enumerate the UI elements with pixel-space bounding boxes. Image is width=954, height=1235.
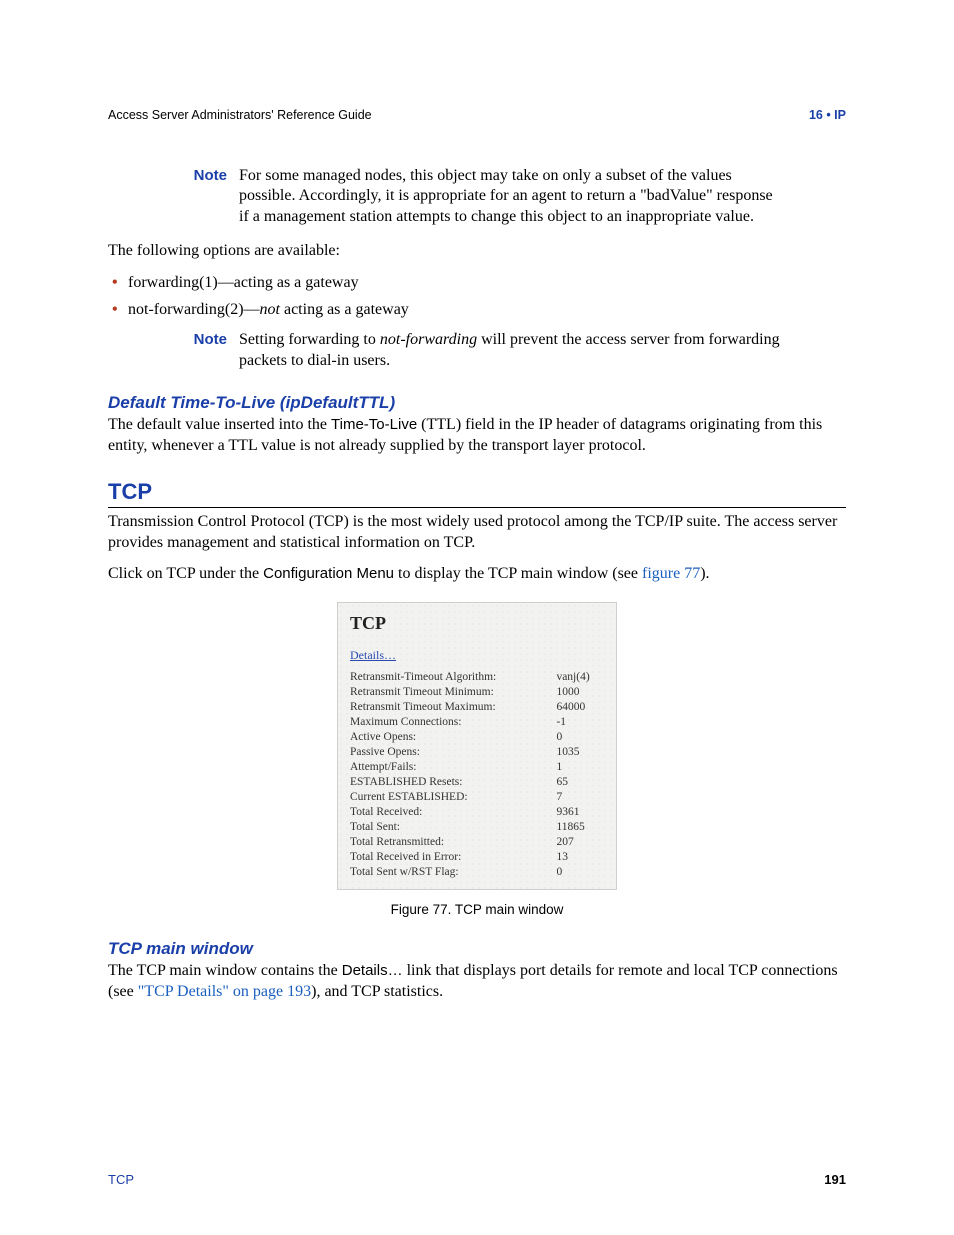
stat-label: Total Sent: [348,819,550,834]
table-row: ESTABLISHED Resets:65 [348,774,606,789]
inline-term: Details… [342,962,403,979]
figure-ref-link[interactable]: figure 77 [642,565,700,582]
stat-label: Retransmit-Timeout Algorithm: [348,669,550,684]
stat-label: Total Received: [348,804,550,819]
stat-value: 9361 [550,804,606,819]
stat-label: Active Opens: [348,729,550,744]
text: ). [700,565,709,582]
page-footer: TCP 191 [108,1172,846,1187]
stat-value: 1035 [550,744,606,759]
note-label: Note [171,330,239,348]
inline-term: Configuration Menu [263,565,394,582]
table-row: Attempt/Fails:1 [348,759,606,774]
stat-label: Retransmit Timeout Minimum: [348,684,550,699]
options-intro: The following options are available: [108,241,846,262]
tcp-intro: Transmission Control Protocol (TCP) is t… [108,512,846,554]
stat-value: 0 [550,864,606,879]
inline-term: Time-To-Live [331,416,417,433]
text: ), and TCP statistics. [311,983,443,1000]
stat-value: 11865 [550,819,606,834]
stat-label: Current ESTABLISHED: [348,789,550,804]
guide-title: Access Server Administrators' Reference … [108,108,372,122]
stat-label: Attempt/Fails: [348,759,550,774]
emphasis: not-forwarding [380,331,477,348]
stat-label: Total Retransmitted: [348,834,550,849]
table-row: Current ESTABLISHED:7 [348,789,606,804]
note-label: Note [171,166,239,184]
text: Setting forwarding to [239,331,380,348]
figure-caption: Figure 77. TCP main window [391,902,564,917]
stat-value: 13 [550,849,606,864]
table-row: Total Received in Error:13 [348,849,606,864]
emphasis: not [260,301,280,318]
stat-value: 7 [550,789,606,804]
footer-section: TCP [108,1172,134,1187]
figure-card: TCP Details… Retransmit-Timeout Algorith… [337,602,617,890]
note-block-1: Note For some managed nodes, this object… [171,166,783,227]
stat-label: Total Received in Error: [348,849,550,864]
details-link[interactable]: Details… [350,648,396,663]
table-row: Retransmit-Timeout Algorithm:vanj(4) [348,669,606,684]
note-body: For some managed nodes, this object may … [239,166,783,227]
page-number: 191 [824,1172,846,1187]
text: to display the TCP main window (see [394,565,642,582]
list-item: not-forwarding(2)—not acting as a gatewa… [108,299,846,321]
chapter-label: 16 • IP [809,108,846,122]
tcp-main-paragraph: The TCP main window contains the Details… [108,961,846,1003]
heading-ttl: Default Time-To-Live (ipDefaultTTL) [108,393,846,413]
tcp-click: Click on TCP under the Configuration Men… [108,564,846,585]
heading-tcp-main: TCP main window [108,939,846,959]
figure-card-title: TCP [350,613,606,634]
table-row: Passive Opens:1035 [348,744,606,759]
table-row: Total Sent:11865 [348,819,606,834]
text: Click on TCP under the [108,565,263,582]
heading-tcp: TCP [108,479,846,508]
table-row: Retransmit Timeout Maximum:64000 [348,699,606,714]
table-row: Retransmit Timeout Minimum:1000 [348,684,606,699]
list-item: forwarding(1)—acting as a gateway [108,272,846,294]
note-block-2: Note Setting forwarding to not-forwardin… [171,330,783,371]
ttl-paragraph: The default value inserted into the Time… [108,415,846,457]
crossref-link[interactable]: "TCP Details" on page 193 [138,983,311,1000]
note-body: Setting forwarding to not-forwarding wil… [239,330,783,371]
stat-label: Maximum Connections: [348,714,550,729]
options-list: forwarding(1)—acting as a gateway not-fo… [108,272,846,320]
tcp-stats-table: Retransmit-Timeout Algorithm:vanj(4)Retr… [348,669,606,879]
figure-77: TCP Details… Retransmit-Timeout Algorith… [108,602,846,917]
stat-value: 1000 [550,684,606,699]
stat-value: 65 [550,774,606,789]
stat-value: 0 [550,729,606,744]
table-row: Total Sent w/RST Flag:0 [348,864,606,879]
stat-value: 207 [550,834,606,849]
table-row: Total Retransmitted:207 [348,834,606,849]
text: The TCP main window contains the [108,962,342,979]
table-row: Active Opens:0 [348,729,606,744]
stat-value: 64000 [550,699,606,714]
table-row: Maximum Connections:-1 [348,714,606,729]
stat-value: vanj(4) [550,669,606,684]
stat-label: Retransmit Timeout Maximum: [348,699,550,714]
table-row: Total Received:9361 [348,804,606,819]
text: not-forwarding(2)— [128,301,260,318]
stat-value: 1 [550,759,606,774]
stat-label: Total Sent w/RST Flag: [348,864,550,879]
stat-value: -1 [550,714,606,729]
running-head: Access Server Administrators' Reference … [108,108,846,122]
document-page: Access Server Administrators' Reference … [0,0,954,1235]
text: The default value inserted into the [108,416,331,433]
stat-label: ESTABLISHED Resets: [348,774,550,789]
text: acting as a gateway [280,301,409,318]
stat-label: Passive Opens: [348,744,550,759]
